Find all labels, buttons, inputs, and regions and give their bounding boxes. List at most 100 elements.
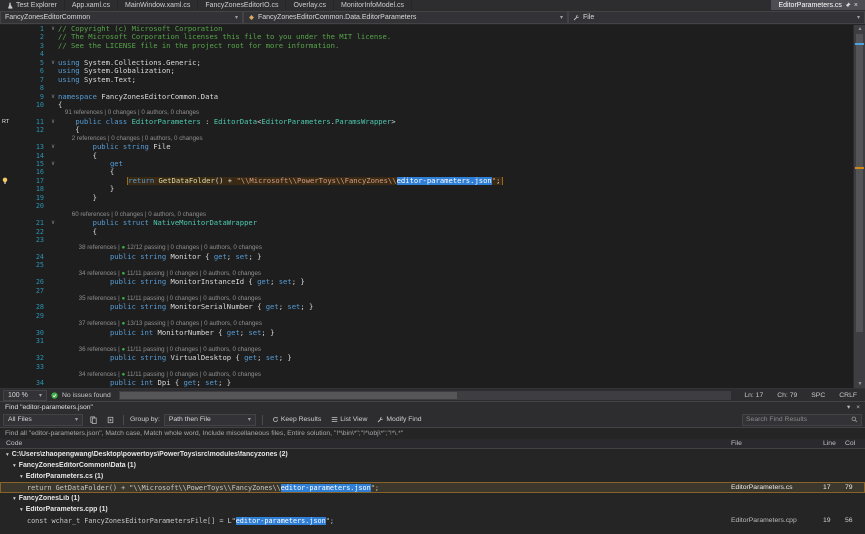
code-line[interactable]: 33 [0,363,853,371]
issues-status[interactable]: No issues found [62,392,111,399]
editor-vertical-scrollbar[interactable]: ▲ ▼ [853,25,865,388]
document-tab[interactable]: MonitorInfoModel.cs [334,0,412,10]
code-line[interactable]: 10{ [0,101,853,109]
code-line[interactable]: 27 [0,287,853,295]
code-line[interactable]: 22 { [0,228,853,236]
code-line[interactable]: 8 [0,84,853,92]
document-tab[interactable]: Test Explorer [0,0,65,10]
code-line[interactable]: RT11∨ public class EditorParameters : Ed… [0,118,853,126]
code-line[interactable]: 23 [0,236,853,244]
document-tab[interactable]: MainWindow.xaml.cs [118,0,198,10]
code-line[interactable]: 6using System.Globalization; [0,67,853,75]
codelens-row[interactable]: 34 references | ● 11/11 passing | 0 chan… [0,270,853,278]
pin-icon[interactable] [845,2,851,8]
fold-chevron-icon[interactable]: ∨ [48,25,58,33]
member-dropdown[interactable]: File ▾ [568,11,865,24]
codelens-row[interactable]: 36 references | ● 11/11 passing | 0 chan… [0,346,853,354]
search-input[interactable] [746,416,849,423]
code-line[interactable]: 2// The Microsoft Corporation licenses t… [0,33,853,41]
fold-chevron-icon[interactable]: ∨ [48,143,58,151]
status-spaces[interactable]: SPC [806,392,830,399]
code-line[interactable]: 7using System.Text; [0,76,853,84]
tab-editorparameters[interactable]: EditorParameters.cs × [771,0,865,10]
modify-find-button[interactable]: Modify Find [374,414,424,426]
find-match-row[interactable]: return GetDataFolder() + "\\Microsoft\\P… [0,482,865,493]
find-group-row[interactable]: ▾FancyZonesEditorCommon\Data (1) [0,460,865,471]
expander-icon[interactable]: ▾ [20,507,23,513]
codelens-row[interactable]: 34 references | ● 11/11 passing | 0 chan… [0,371,853,379]
type-dropdown[interactable]: FancyZonesEditorCommon.Data.EditorParame… [243,11,568,24]
expand-all-icon[interactable] [104,414,117,426]
fold-chevron-icon[interactable]: ∨ [48,219,58,227]
code-line[interactable]: 26 public string MonitorInstanceId { get… [0,278,853,286]
code-line[interactable]: 9∨namespace FancyZonesEditorCommon.Data [0,93,853,101]
status-line-ending[interactable]: CRLF [834,392,862,399]
list-view-button[interactable]: List View [328,414,370,426]
code-line[interactable]: 5∨using System.Collections.Generic; [0,59,853,67]
code-line[interactable]: 18 } [0,185,853,193]
scrollbar-thumb[interactable] [120,392,457,399]
code-line[interactable]: 14 { [0,152,853,160]
code-line[interactable]: 15∨ get [0,160,853,168]
code-line[interactable]: 20 [0,202,853,210]
document-tab[interactable]: Overlay.cs [286,0,334,10]
search-icon[interactable] [851,416,858,423]
document-tab[interactable]: FancyZonesEditorIO.cs [198,0,286,10]
health-check-icon[interactable] [51,392,58,399]
find-group-row[interactable]: ▾EditorParameters.cpp (1) [0,504,865,515]
scroll-up-arrow-icon[interactable]: ▲ [854,26,865,32]
find-group-row[interactable]: ▾FancyZonesLib (1) [0,493,865,504]
find-match-row[interactable]: const wchar_t FancyZonesEditorParameters… [0,515,865,526]
collapse-all-icon[interactable] [87,414,100,426]
keep-results-button[interactable]: Keep Results [269,414,324,426]
code-line[interactable]: 13∨ public string File [0,143,853,151]
code-line[interactable]: 28 public string MonitorSerialNumber { g… [0,303,853,311]
code-line[interactable]: 34 public int Dpi { get; set; } [0,379,853,387]
zoom-dropdown[interactable]: 100 % ▾ [3,390,47,401]
codelens-row[interactable]: 38 references | ● 12/12 passing | 0 chan… [0,244,853,252]
code-line[interactable]: 30 public int MonitorNumber { get; set; … [0,329,853,337]
window-position-icon[interactable]: ▾ [847,403,850,411]
code-line[interactable]: 1∨// Copyright (c) Microsoft Corporation [0,25,853,33]
code-editor[interactable]: 1∨// Copyright (c) Microsoft Corporation… [0,25,865,388]
code-line[interactable]: 3// See the LICENSE file in the project … [0,42,853,50]
code-line[interactable]: 16 { [0,168,853,176]
codelens-row[interactable]: 35 references | ● 11/11 passing | 0 chan… [0,295,853,303]
close-panel-icon[interactable]: × [856,404,860,411]
codelens-row[interactable]: 37 references | ● 13/13 passing | 0 chan… [0,320,853,328]
code-line[interactable]: 17 return GetDataFolder() + "\\Microsoft… [0,177,853,185]
code-line[interactable]: 29 [0,312,853,320]
code-line[interactable]: 32 public string VirtualDesktop { get; s… [0,354,853,362]
column-col[interactable]: Col [845,440,865,447]
find-results-search[interactable] [742,414,862,426]
document-tab[interactable]: App.xaml.cs [65,0,118,10]
code-line[interactable]: 12 { [0,126,853,134]
column-code[interactable]: Code [0,440,731,447]
project-dropdown[interactable]: FancyZonesEditorCommon ▾ [0,11,243,24]
fold-chevron-icon[interactable]: ∨ [48,118,58,126]
find-group-row[interactable]: ▾C:\Users\zhaopengwang\Desktop\powertoys… [0,449,865,460]
expander-icon[interactable]: ▾ [13,496,16,502]
scope-dropdown[interactable]: All Files ▾ [3,414,83,426]
editor-horizontal-scrollbar[interactable] [119,391,732,400]
codelens-row[interactable]: 2 references | 0 changes | 0 authors, 0 … [0,135,853,143]
fold-chevron-icon[interactable]: ∨ [48,160,58,168]
expander-icon[interactable]: ▾ [6,452,9,458]
column-file[interactable]: File [731,440,823,447]
fold-chevron-icon[interactable]: ∨ [48,93,58,101]
column-line[interactable]: Line [823,440,845,447]
scroll-down-arrow-icon[interactable]: ▼ [854,381,865,387]
code-line[interactable]: 4 [0,50,853,58]
scrollbar-thumb[interactable] [856,34,863,332]
group-by-dropdown[interactable]: Path then File ▾ [164,414,256,426]
expander-icon[interactable]: ▾ [13,463,16,469]
expander-icon[interactable]: ▾ [20,474,23,480]
code-line[interactable]: 19 } [0,194,853,202]
code-line[interactable]: 24 public string Monitor { get; set; } [0,253,853,261]
codelens-row[interactable]: 91 references | 0 changes | 0 authors, 0… [0,109,853,117]
code-line[interactable]: 31 [0,337,853,345]
code-line[interactable]: 21∨ public struct NativeMonitorDataWrapp… [0,219,853,227]
codelens-row[interactable]: 60 references | 0 changes | 0 authors, 0… [0,211,853,219]
find-group-row[interactable]: ▾EditorParameters.cs (1) [0,471,865,482]
code-line[interactable]: 25 [0,261,853,269]
